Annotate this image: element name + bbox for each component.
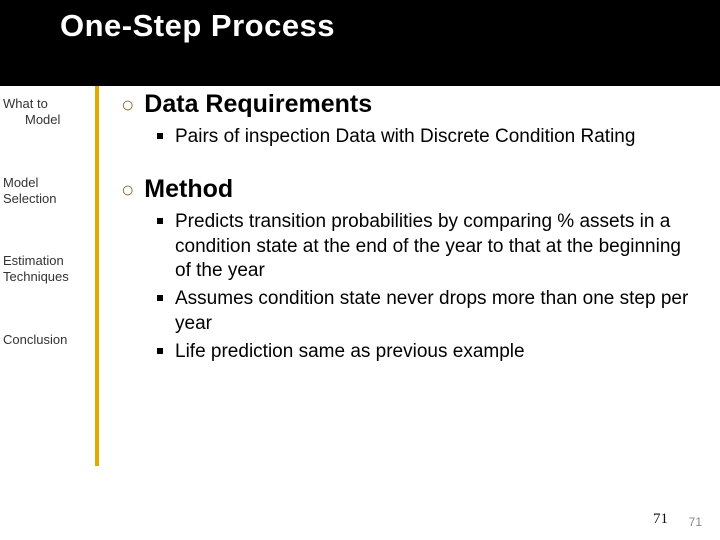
section-heading-data-requirements: ○ Data Requirements bbox=[121, 90, 702, 119]
sidebar-item-conclusion: Conclusion bbox=[3, 332, 95, 348]
sidebar-item-label: Techniques bbox=[3, 269, 95, 285]
page-number-small: 71 bbox=[689, 515, 702, 529]
sidebar-item-label: Model bbox=[3, 112, 95, 128]
sidebar-item-estimation-techniques: Estimation Techniques bbox=[3, 253, 95, 286]
sidebar-item-label: Selection bbox=[3, 191, 95, 207]
list-item: Assumes condition state never drops more… bbox=[157, 287, 702, 336]
section-heading-method: ○ Method bbox=[121, 175, 702, 204]
circle-bullet-icon: ○ bbox=[121, 94, 134, 116]
sidebar-item-label: What to bbox=[3, 96, 95, 112]
bullet-list: Predicts transition probabilities by com… bbox=[121, 210, 702, 364]
sidebar-item-what-to-model: What to Model bbox=[3, 96, 95, 129]
sidebar-item-label: Conclusion bbox=[3, 332, 95, 348]
slide-title: One-Step Process bbox=[60, 8, 335, 44]
main-area: What to Model Model Selection Estimation… bbox=[0, 86, 720, 540]
section-title: Data Requirements bbox=[144, 90, 372, 119]
sidebar: What to Model Model Selection Estimation… bbox=[0, 86, 95, 540]
bullet-list: Pairs of inspection Data with Discrete C… bbox=[121, 125, 702, 149]
list-item: Pairs of inspection Data with Discrete C… bbox=[157, 125, 702, 149]
list-item: Life prediction same as previous example bbox=[157, 340, 702, 364]
circle-bullet-icon: ○ bbox=[121, 179, 134, 201]
content-area: ○ Data Requirements Pairs of inspection … bbox=[95, 86, 720, 540]
sidebar-item-label: Model bbox=[3, 175, 95, 191]
section-title: Method bbox=[144, 175, 233, 204]
sidebar-divider bbox=[95, 86, 99, 466]
list-item: Predicts transition probabilities by com… bbox=[157, 210, 702, 283]
page-number: 71 bbox=[653, 511, 668, 528]
title-bar: One-Step Process bbox=[0, 0, 720, 86]
sidebar-item-model-selection: Model Selection bbox=[3, 175, 95, 208]
sidebar-item-label: Estimation bbox=[3, 253, 95, 269]
